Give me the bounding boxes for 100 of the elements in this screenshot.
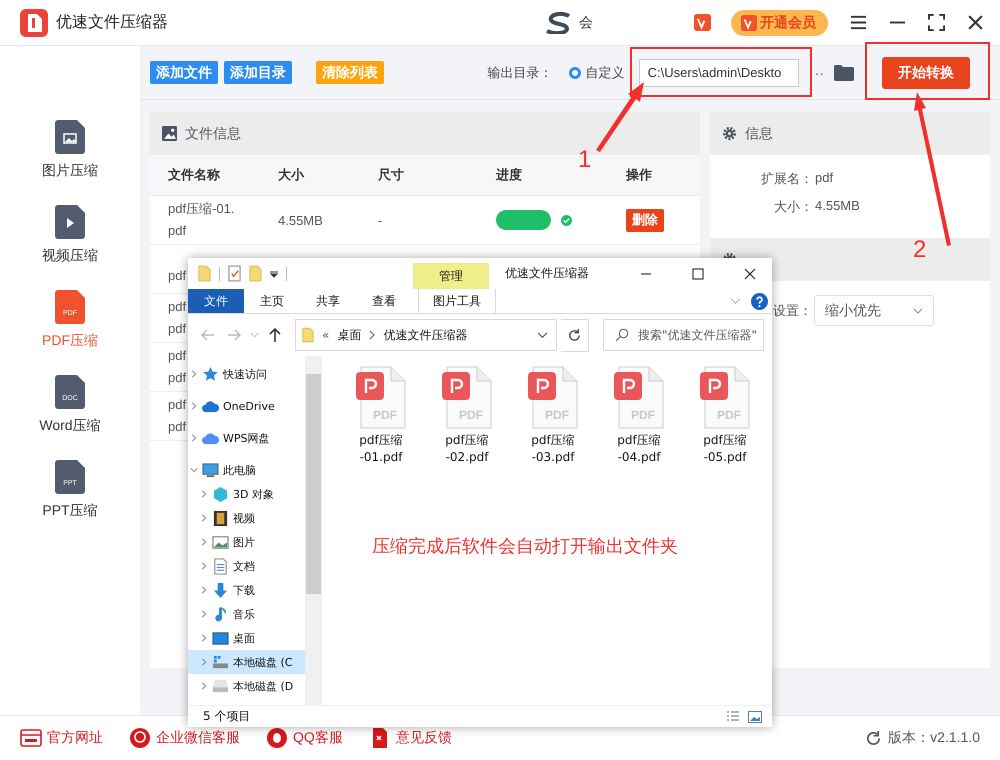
- field-value: pdf: [814, 170, 834, 187]
- nav-tree-item[interactable]: 下载: [188, 578, 305, 602]
- column-header: 进度: [496, 166, 523, 184]
- nav-tree-item[interactable]: OneDrive: [188, 394, 305, 418]
- progress-bar: [496, 210, 551, 230]
- ribbon-tab[interactable]: 文件: [188, 289, 244, 313]
- dropdown-icon[interactable]: [270, 270, 278, 278]
- footer-link[interactable]: 意见反馈: [368, 727, 452, 749]
- column-header: 文件名称: [167, 166, 221, 184]
- refresh-icon[interactable]: [561, 318, 589, 352]
- status-text: 5 个项目: [203, 708, 250, 725]
- ribbon-tab[interactable]: 主页: [244, 289, 300, 313]
- checklist-icon[interactable]: [228, 265, 241, 282]
- annotation-arrow: [596, 82, 644, 152]
- sidebar-item[interactable]: 图片压缩: [42, 120, 98, 180]
- scrollbar[interactable]: [305, 356, 322, 705]
- vip-icon: [741, 14, 757, 30]
- picture-icon: [212, 534, 229, 550]
- nav-tree-item[interactable]: 3D 对象: [188, 482, 305, 506]
- file-dimension: -: [378, 212, 384, 228]
- up-arrow-icon[interactable]: [267, 327, 283, 343]
- manage-tab[interactable]: 管理: [413, 263, 489, 289]
- nav-tree-item[interactable]: 文档: [188, 554, 305, 578]
- panel-title: 文件信息: [185, 124, 241, 142]
- priority-select[interactable]: 缩小优先: [814, 295, 934, 326]
- chevron-down-icon[interactable]: [190, 466, 198, 474]
- chevron-down-icon[interactable]: [537, 332, 548, 338]
- chevron-right-icon[interactable]: [200, 562, 208, 570]
- chevron-right-icon[interactable]: [200, 682, 208, 690]
- path-overflow[interactable]: «: [322, 328, 330, 342]
- search-field[interactable]: 搜索"优速文件压缩器": [603, 319, 764, 351]
- breadcrumb[interactable]: 桌面: [337, 326, 362, 344]
- chevron-right-icon[interactable]: [190, 434, 198, 442]
- nav-tree-item[interactable]: 快速访问: [188, 362, 305, 386]
- nav-tree-item[interactable]: 本地磁盘 (C: [188, 650, 305, 674]
- window-title: 优速文件压缩器: [505, 265, 589, 282]
- more-button[interactable]: ··: [810, 64, 828, 80]
- step-number: 1: [578, 146, 592, 174]
- chevron-right-icon: [369, 330, 376, 340]
- custom-radio[interactable]: 自定义: [568, 64, 625, 82]
- maximize-icon[interactable]: [692, 268, 704, 280]
- nav-tree-item[interactable]: 桌面: [188, 626, 305, 650]
- search-icon: [615, 328, 629, 342]
- ribbon-tab[interactable]: 查看: [356, 289, 412, 313]
- close-icon[interactable]: [967, 14, 984, 31]
- field-label: 扩展名：: [760, 170, 813, 188]
- field-value: 4.55MB: [814, 198, 860, 215]
- drive-icon: [212, 654, 229, 670]
- thumbnail-view-icon[interactable]: [748, 710, 762, 722]
- close-icon[interactable]: [744, 268, 756, 280]
- annotation-note: 压缩完成后软件会自动打开输出文件夹: [372, 535, 678, 558]
- version-text: 版本：v2.1.1.0: [888, 729, 980, 747]
- folder-icon[interactable]: [834, 64, 854, 80]
- computer-icon: [202, 462, 219, 478]
- chevron-right-icon[interactable]: [200, 538, 208, 546]
- sidebar-item[interactable]: 视频压缩: [42, 205, 98, 265]
- chevron-right-icon[interactable]: [200, 514, 208, 522]
- chevron-right-icon[interactable]: [200, 610, 208, 618]
- step-number: 2: [913, 236, 926, 264]
- image-file-icon: [55, 120, 85, 154]
- footer-link[interactable]: 官方网址: [20, 727, 103, 749]
- nav-tree-item[interactable]: 音乐: [188, 602, 305, 626]
- chevron-down-icon: [913, 308, 923, 314]
- gear-icon: [722, 126, 737, 141]
- chevron-right-icon[interactable]: [200, 634, 208, 642]
- desktop-icon: [212, 630, 229, 646]
- nav-tree-item[interactable]: WPS网盘: [188, 426, 305, 450]
- menu-icon[interactable]: [850, 14, 867, 31]
- file-size: 4.55MB: [278, 212, 324, 228]
- nav-tree-item[interactable]: 此电脑: [188, 458, 305, 482]
- chevron-right-icon[interactable]: [200, 658, 208, 666]
- address-bar[interactable]: « 桌面 优速文件压缩器: [295, 319, 557, 351]
- film-icon: [212, 510, 229, 526]
- help-icon[interactable]: [751, 292, 768, 310]
- nav-tree-item[interactable]: 视频: [188, 506, 305, 530]
- panel-title: 信息: [745, 124, 773, 142]
- breadcrumb[interactable]: 优速文件压缩器: [383, 326, 468, 344]
- footer-link[interactable]: 企业微信客服: [129, 727, 240, 749]
- ribbon-tab[interactable]: 共享: [300, 289, 356, 313]
- column-header: 尺寸: [378, 166, 405, 184]
- ribbon-tab[interactable]: 图片工具: [418, 289, 496, 313]
- video-file-icon: [55, 205, 85, 239]
- start-convert-button[interactable]: 开始转换: [882, 56, 970, 88]
- output-label: 输出目录：: [488, 64, 553, 82]
- app-logo-icon: [20, 8, 48, 36]
- footer-link[interactable]: QQ客服: [266, 727, 343, 749]
- output-path-field[interactable]: C:\Users\admin\Deskto: [638, 58, 799, 86]
- nav-tree-item[interactable]: 图片: [188, 530, 305, 554]
- nav-tree-item[interactable]: 本地磁盘 (D: [188, 674, 305, 698]
- chevron-right-icon[interactable]: [200, 586, 208, 594]
- fullscreen-icon[interactable]: [928, 14, 945, 31]
- field-label: 大小：: [773, 198, 813, 216]
- details-view-icon[interactable]: [726, 710, 740, 722]
- delete-button[interactable]: 删除: [626, 208, 664, 232]
- chat-icon: [129, 727, 151, 749]
- chevron-right-icon[interactable]: [200, 490, 208, 498]
- account-logo-icon: [544, 12, 573, 34]
- chevron-right-icon[interactable]: [190, 402, 198, 410]
- file-name: pdf压缩-01. pdf: [168, 200, 234, 240]
- chevron-right-icon[interactable]: [190, 370, 198, 378]
